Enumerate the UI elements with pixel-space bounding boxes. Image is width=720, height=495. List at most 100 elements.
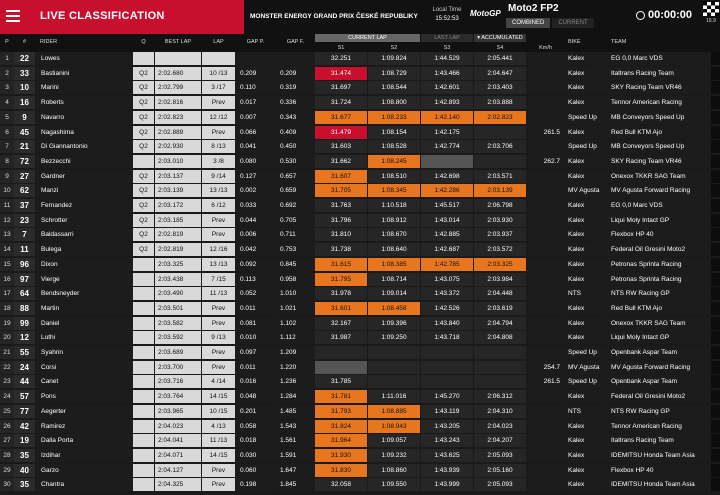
sector-2-cell: 1:08.233 bbox=[368, 110, 420, 124]
local-time-label: Local Time bbox=[432, 7, 462, 13]
lap-cell: Prev bbox=[202, 360, 235, 374]
table-row[interactable]: 11 37 Fernandez Q2 2:03.172 6 /12 0.033 0.692 31… bbox=[0, 199, 720, 212]
table-row[interactable]: 26 42 Ramirez 2:04.023 4 /13 0.058 1.543 31.824… bbox=[0, 419, 720, 433]
col-gap-p[interactable]: GAP P. bbox=[236, 39, 275, 45]
lap-cell bbox=[202, 52, 235, 65]
table-row[interactable]: 23 44 Canet 2:03.716 4 /14 0.016 1.236 31.785 26… bbox=[0, 375, 720, 389]
col-s2[interactable]: S2 bbox=[368, 45, 420, 51]
sector-4-cell: 2:04.448 bbox=[474, 287, 526, 301]
rider-name: SyahrinP bbox=[36, 346, 162, 359]
table-row[interactable]: 10 62 Manzi Q2 2:03.139 13 /13 0.002 0.659 31.70… bbox=[0, 184, 720, 198]
table-row[interactable]: 13 7 Baldassarri Q2 2:02.819 Prev 0.006 0.711 31… bbox=[0, 228, 720, 242]
table-row[interactable]: 14 11 Bulega Q2 2:02.819 12 /16 0.042 0.753 31.7… bbox=[0, 243, 720, 257]
bike-cell: Kalex bbox=[565, 448, 607, 462]
qualifying-cell bbox=[133, 478, 154, 492]
position-cell: 14 bbox=[0, 243, 14, 257]
gap-first-cell: 0.692 bbox=[276, 199, 315, 212]
table-row[interactable]: 28 35 Izdihar 2:04.071 14 /15 0.030 1.591 31.93… bbox=[0, 448, 720, 462]
sector-3-cell bbox=[421, 346, 473, 359]
table-row[interactable]: 30 35 Chantra 2:04.325 Prev 0.198 1.845 32.058 1… bbox=[0, 478, 720, 492]
best-lap-cell: 2:03.438 bbox=[155, 272, 201, 286]
col-rider[interactable]: RIDER bbox=[40, 39, 70, 45]
table-row[interactable]: 4 16 Roberts Q2 2:02.816 Prev 0.017 0.336 31.724… bbox=[0, 96, 720, 110]
col-best-lap[interactable]: BEST LAP bbox=[155, 39, 201, 45]
best-lap-cell: 2:02.799 bbox=[155, 81, 201, 95]
gap-previous-cell: 0.198 bbox=[236, 478, 275, 492]
sector-2-cell: 1:09.232 bbox=[368, 448, 420, 462]
table-row[interactable]: 25 77 Aegerter 2:03.965 10 /15 0.201 1.485 31.7… bbox=[0, 404, 720, 418]
col-s4[interactable]: S4 bbox=[474, 45, 526, 51]
table-row[interactable]: 15 96 Dixon 2:03.325 13 /13 0.092 0.845 31.615 1… bbox=[0, 257, 720, 271]
row-end bbox=[711, 404, 720, 418]
lap-cell: 4 /13 bbox=[202, 419, 235, 433]
top-bar: LIVE CLASSIFICATION MONSTER ENERGY GRAND… bbox=[0, 0, 720, 34]
table-row[interactable]: 27 19 Dalla Porta 2:04.041 11 /13 0.018 1.561 3… bbox=[0, 434, 720, 448]
speed-cell bbox=[527, 404, 564, 418]
col-lap[interactable]: LAP bbox=[202, 39, 235, 45]
table-row[interactable]: 24 57 Pons 2:03.764 14 /15 0.048 1.284 31.781 1:… bbox=[0, 390, 720, 404]
sector-1-cell: 32.058 bbox=[315, 478, 367, 492]
team-cell: MV Agusta Forward Racing bbox=[608, 360, 711, 374]
table-row[interactable]: 16 97 Vierge 2:03.438 7 /15 0.113 0.958 31.795 1… bbox=[0, 272, 720, 286]
lap-cell: Prev bbox=[202, 125, 235, 139]
table-row[interactable]: 5 9 Navarro Q2 2:02.823 12 /12 0.007 0.343 31.67… bbox=[0, 110, 720, 124]
table-row[interactable]: 29 40 Garzo 2:04.127 Prev 0.060 1.647 31.830 1:0… bbox=[0, 463, 720, 477]
col-p[interactable]: P bbox=[0, 39, 14, 45]
sector-1-cell: 31.677 bbox=[315, 110, 367, 124]
table-row[interactable]: 18 88 Martin 2:03.501 Prev 0.011 1.021 31.601 1:… bbox=[0, 301, 720, 315]
col-s3[interactable]: S3 bbox=[421, 45, 473, 51]
gap-previous-cell: 0.066 bbox=[236, 125, 275, 139]
position-cell: 29 bbox=[0, 463, 14, 477]
table-row[interactable]: 6 45 Nagashima Q2 2:02.889 Prev 0.066 0.409 31.4… bbox=[0, 125, 720, 139]
table-row[interactable]: 8 72 Bezzecchi 2:03.010 3 /8 0.080 0.530 31.662… bbox=[0, 154, 720, 168]
table-row[interactable]: 22 24 Corsi 2:03.700 Prev 0.011 1.220 254.7 MV A… bbox=[0, 360, 720, 374]
last-lap-toggle[interactable]: LAST LAP bbox=[421, 34, 473, 42]
sector-4-cell: 2:04.808 bbox=[474, 331, 526, 345]
speed-cell bbox=[527, 301, 564, 315]
table-row[interactable]: 3 10 Marini Q2 2:02.799 3 /17 0.110 0.319 31.697… bbox=[0, 81, 720, 95]
table-row[interactable]: 9 27 Gardner Q2 2:03.137 9 /14 0.127 0.657 31.60… bbox=[0, 169, 720, 183]
team-cell: MB Conveyors Speed Up bbox=[608, 140, 711, 154]
rider-number: 99 bbox=[14, 316, 35, 330]
menu-icon[interactable] bbox=[6, 10, 20, 24]
gap-first-cell: 0.711 bbox=[276, 228, 315, 242]
table-row[interactable]: 2155SyahrinP2:03.689Prev0.0971.209 Speed … bbox=[0, 346, 720, 359]
qualifying-cell bbox=[133, 448, 154, 462]
row-end bbox=[711, 463, 720, 477]
table-row[interactable]: 7 21 Di Giannantonio Q2 2:02.930 8 /13 0.041 0.… bbox=[0, 140, 720, 154]
bike-cell: MV Agusta bbox=[565, 184, 607, 198]
tab-current[interactable]: CURRENT bbox=[552, 18, 594, 28]
col-q[interactable]: Q bbox=[133, 39, 154, 45]
gap-first-cell: 1.561 bbox=[276, 434, 315, 448]
current-lap-toggle[interactable]: CURRENT LAP bbox=[315, 34, 420, 42]
rider-number: 57 bbox=[14, 390, 35, 404]
accumulated-dropdown[interactable]: ▾ ACCUMULATED bbox=[474, 34, 526, 42]
sector-4-cell: 2:03.572 bbox=[474, 243, 526, 257]
table-row[interactable]: 20 12 Luthi 2:03.592 9 /13 0.010 1.112 31.987 1:… bbox=[0, 331, 720, 345]
motogp-logo: MotoGP bbox=[470, 9, 501, 18]
event-name: MONSTER ENERGY GRAND PRIX ČESKÉ REPUBLIK… bbox=[250, 13, 418, 20]
table-row[interactable]: 1 22 Lowes 32.251 1:09.824 1:44.529 2:05.441 Ka… bbox=[0, 52, 720, 65]
gap-first-cell: 0.845 bbox=[276, 257, 315, 271]
rider-number: 45 bbox=[14, 125, 35, 139]
table-row[interactable]: 12 23 Schrotter Q2 2:03.185 Prev 0.044 0.705 31.… bbox=[0, 213, 720, 227]
lap-cell: 6 /12 bbox=[202, 199, 235, 212]
team-cell: Petronas Sprinta Racing bbox=[608, 257, 711, 271]
col-num[interactable]: # bbox=[14, 39, 35, 45]
table-row[interactable]: 2 33 Bastianini Q2 2:02.680 10 /13 0.209 0.209 3… bbox=[0, 66, 720, 80]
team-cell: Openbank Aspar Team bbox=[608, 346, 711, 359]
tab-combined[interactable]: COMBINED bbox=[506, 18, 551, 28]
table-row[interactable]: 19 99 Daniel 2:03.582 Prev 0.081 1.102 32.167 1:… bbox=[0, 316, 720, 330]
lap-cell: 11 /13 bbox=[202, 434, 235, 448]
col-s1[interactable]: S1 bbox=[315, 45, 367, 51]
table-row[interactable]: 17 64 Bendsneyder 2:03.490 11 /13 0.052 1.010 3… bbox=[0, 287, 720, 301]
speed-cell bbox=[527, 463, 564, 477]
bike-cell: Kalex bbox=[565, 331, 607, 345]
lap-cell: 12 /12 bbox=[202, 110, 235, 124]
col-team[interactable]: TEAM bbox=[608, 39, 671, 45]
col-gap-f[interactable]: GAP F. bbox=[276, 39, 315, 45]
col-kmh[interactable]: Km/h bbox=[527, 45, 564, 51]
row-end bbox=[711, 390, 720, 404]
col-bike[interactable]: BIKE bbox=[565, 39, 610, 45]
gap-first-cell: 1.220 bbox=[276, 360, 315, 374]
